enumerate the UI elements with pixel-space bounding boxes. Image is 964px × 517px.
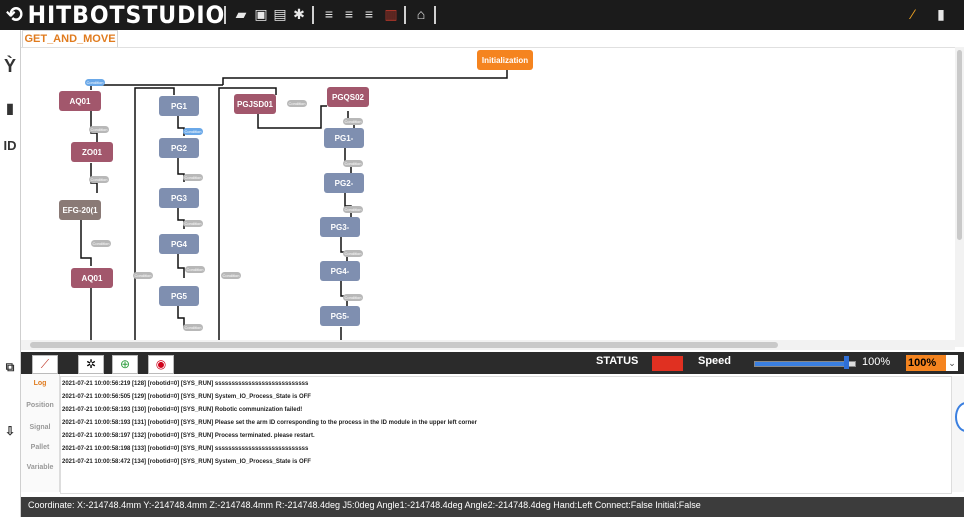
- flow-node[interactable]: PG3-: [320, 217, 360, 237]
- vertical-scroll-thumb[interactable]: [957, 50, 962, 240]
- flow-node[interactable]: PG4-: [320, 261, 360, 281]
- flow-node[interactable]: ZO01: [71, 142, 113, 162]
- tab-signal[interactable]: Signal: [23, 424, 57, 431]
- flow-node[interactable]: EFG-20(1: [59, 200, 101, 220]
- brand-text: HITBOTSTUDIO: [27, 1, 226, 29]
- tab-log[interactable]: Log: [23, 380, 57, 387]
- flow-node[interactable]: AQ01: [71, 268, 113, 288]
- flow-node[interactable]: PG2-: [324, 173, 364, 193]
- wand-icon[interactable]: ⁄: [904, 5, 922, 23]
- tab-pallet[interactable]: Pallet: [23, 444, 57, 451]
- flow-node[interactable]: PG5-: [320, 306, 360, 326]
- home-icon[interactable]: ⌂: [412, 5, 430, 23]
- speed-label: Speed: [698, 355, 732, 367]
- log-line: 2021-07-21 10:00:58:198 [133] [robotid=0…: [62, 446, 309, 452]
- condition-badge[interactable]: Condition: [287, 100, 307, 107]
- db-icon[interactable]: ▮: [3, 100, 17, 117]
- wrench-icon[interactable]: Ỳ: [3, 56, 17, 77]
- toolbar-divider: [434, 6, 436, 24]
- condition-badge[interactable]: Condition: [343, 294, 363, 301]
- settings-icon[interactable]: ✱: [290, 5, 308, 23]
- flow-node[interactable]: PG3: [159, 188, 199, 208]
- bug-icon[interactable]: ✲: [78, 355, 104, 374]
- flow-node[interactable]: PGQS02: [327, 87, 369, 107]
- tab-variable[interactable]: Variable: [23, 464, 57, 471]
- tab-position[interactable]: Position: [23, 402, 57, 409]
- condition-badge[interactable]: Condition: [133, 272, 153, 279]
- coordinate-readout: Coordinate: X:-214748.4mm Y:-214748.4mm …: [28, 500, 701, 510]
- align-left-icon[interactable]: ≡: [320, 5, 338, 23]
- condition-badge[interactable]: Condition: [183, 128, 203, 135]
- align-center-icon[interactable]: ≡: [340, 5, 358, 23]
- robot-arm-logo-icon: ⟲: [6, 2, 24, 28]
- horizontal-scroll-thumb[interactable]: [30, 342, 778, 348]
- condition-badge[interactable]: Condition: [183, 220, 203, 227]
- delete-icon[interactable]: ▥: [382, 5, 400, 23]
- folder-open-icon[interactable]: ▰: [232, 5, 250, 23]
- screenshot-icon[interactable]: ⧉: [3, 360, 17, 375]
- speed-slider-knob[interactable]: [844, 356, 849, 369]
- status-indicator: [652, 356, 683, 371]
- condition-badge[interactable]: Condition: [183, 324, 203, 331]
- condition-badge[interactable]: Condition: [89, 126, 109, 133]
- condition-badge[interactable]: Condition: [183, 174, 203, 181]
- condition-badge[interactable]: Condition: [343, 206, 363, 213]
- flow-node[interactable]: PG1-: [324, 128, 364, 148]
- flow-node[interactable]: PGJSD01: [234, 94, 276, 114]
- record-icon[interactable]: ◉: [148, 355, 174, 374]
- speed-value: 100%: [862, 356, 891, 368]
- log-line: 2021-07-21 10:00:56:219 [128] [robotid=0…: [62, 381, 309, 387]
- condition-badge[interactable]: Condition: [343, 250, 363, 257]
- chevron-down-icon[interactable]: ⌄: [946, 355, 958, 371]
- speed-select[interactable]: 100%: [906, 355, 946, 371]
- speed-slider-fill: [755, 362, 845, 366]
- tab-get-and-move[interactable]: GET_AND_MOVE: [22, 30, 118, 48]
- flow-node-start[interactable]: Initialization: [477, 50, 533, 70]
- flow-canvas[interactable]: Initialization AQ01 ZO01 EFG-20(1 AQ01 P…: [21, 47, 955, 341]
- flow-node[interactable]: PG1: [159, 96, 199, 116]
- window-icon[interactable]: ▮: [932, 5, 950, 23]
- log-line: 2021-07-21 10:00:58:193 [130] [robotid=0…: [62, 407, 303, 413]
- toolbar-divider: [404, 6, 406, 24]
- condition-badge[interactable]: Condition: [343, 160, 363, 167]
- flow-node[interactable]: PG4: [159, 234, 199, 254]
- flow-node[interactable]: AQ01: [59, 91, 101, 111]
- condition-badge[interactable]: Condition: [91, 240, 111, 247]
- log-scrollbar[interactable]: [952, 376, 964, 492]
- arm-icon[interactable]: ⟋: [32, 355, 58, 374]
- log-line: 2021-07-21 10:00:58:472 [134] [robotid=0…: [62, 459, 311, 465]
- log-line: 2021-07-21 10:00:56:505 [129] [robotid=0…: [62, 394, 311, 400]
- export-icon[interactable]: ⇩: [3, 424, 17, 438]
- toolbar-divider: [312, 6, 314, 24]
- condition-badge[interactable]: Condition: [221, 272, 241, 279]
- condition-badge[interactable]: Condition: [343, 118, 363, 125]
- status-label: STATUS: [596, 355, 639, 367]
- id-icon[interactable]: ID: [3, 138, 17, 153]
- log-line: 2021-07-21 10:00:58:193 [131] [robotid=0…: [62, 420, 477, 426]
- run-icon[interactable]: ⊕: [112, 355, 138, 374]
- save-icon[interactable]: ▤: [271, 5, 289, 23]
- condition-badge[interactable]: Condition: [89, 176, 109, 183]
- align-right-icon[interactable]: ≡: [360, 5, 378, 23]
- toolbar-divider: [224, 6, 226, 24]
- condition-badge[interactable]: Condition: [185, 266, 205, 273]
- image-icon[interactable]: ▣: [252, 5, 270, 23]
- log-side-tabs: [21, 374, 60, 492]
- flow-node[interactable]: PG5: [159, 286, 199, 306]
- log-line: 2021-07-21 10:00:58:197 [132] [robotid=0…: [62, 433, 315, 439]
- flow-node[interactable]: PG2: [159, 138, 199, 158]
- condition-badge[interactable]: Condition: [85, 79, 105, 86]
- app-brand: ⟲ HITBOTSTUDIO: [6, 1, 226, 29]
